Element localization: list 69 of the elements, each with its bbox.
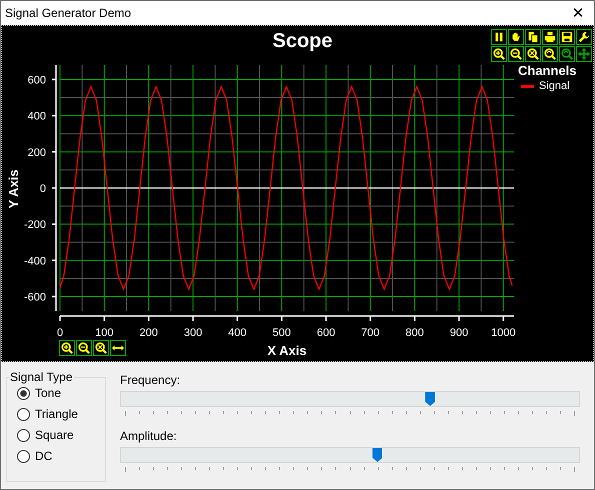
slider-track[interactable] (120, 447, 580, 463)
slider-thumb[interactable] (425, 392, 436, 406)
tick-label: 400 (228, 327, 247, 339)
tick-label: -400 (24, 255, 46, 268)
tick-label: -200 (24, 219, 46, 232)
tick-label: 0 (56, 327, 64, 339)
legend-label: Signal (539, 80, 570, 92)
zoom-reset-icon (527, 48, 539, 60)
y-axis-label: Y Axis (6, 169, 21, 209)
zoom-out-icon (510, 48, 522, 60)
zoom-out-button[interactable] (508, 46, 524, 62)
group-title: Signal Type (9, 370, 74, 384)
tick-label: 300 (184, 327, 202, 339)
zoom-reset-button[interactable] (93, 340, 109, 356)
radio-option[interactable]: DC (17, 449, 105, 463)
tick-label: 600 (316, 327, 336, 339)
x-axis-label: X Axis (267, 343, 307, 358)
tick-label: 600 (28, 74, 46, 86)
zoom-in-button[interactable] (59, 340, 75, 356)
zoom-reset-button[interactable] (525, 46, 541, 62)
zoom-circle-icon (544, 48, 556, 60)
floppy-disk-button[interactable] (559, 29, 575, 45)
legend-swatch (521, 84, 534, 88)
zoom-reset-icon (95, 342, 107, 354)
pause-icon (493, 31, 505, 43)
tick-label: 100 (95, 327, 114, 339)
slider-thumb[interactable] (372, 448, 382, 462)
wrench-icon (578, 31, 590, 43)
pause-button[interactable] (491, 29, 507, 45)
printer-button[interactable] (542, 29, 558, 45)
slider-label: Frequency: (120, 373, 182, 387)
window-title: Signal Generator Demo (5, 6, 132, 20)
tick-label: 1000 (491, 327, 516, 339)
hand-icon (510, 31, 522, 43)
hand-button[interactable] (508, 29, 524, 45)
radio-button[interactable] (17, 450, 30, 462)
tick-label: 700 (361, 327, 380, 339)
radio-option[interactable]: Tone (17, 386, 105, 400)
zoom-in-icon (61, 342, 73, 354)
slider-label: Amplitude: (120, 429, 178, 443)
tick-label: 200 (140, 327, 158, 339)
horizontal-arrows-button[interactable] (110, 340, 126, 356)
copy-icon (527, 31, 539, 43)
tick-label: 500 (272, 327, 291, 339)
zoom-out-button[interactable] (76, 340, 92, 356)
zoom-circle-button[interactable] (542, 46, 558, 62)
printer-icon (544, 31, 556, 43)
slider-track[interactable] (120, 391, 580, 407)
close-button[interactable]: ✕ (562, 1, 594, 25)
tick-label: 900 (450, 327, 468, 339)
legend-title: Channels (518, 63, 577, 78)
tick-label: 400 (28, 110, 46, 123)
tick-label: 800 (406, 327, 424, 339)
zoom-out-icon (78, 342, 90, 354)
tick-label: -600 (24, 292, 46, 304)
wrench-button[interactable] (576, 29, 592, 45)
zoom-circle-icon (561, 48, 573, 60)
tick-label: 200 (28, 146, 46, 159)
chart-title: Scope (272, 30, 333, 54)
radio-button[interactable] (17, 408, 30, 420)
zoom-in-button[interactable] (491, 46, 507, 62)
tick-label: 0 (40, 183, 46, 195)
radio-option[interactable]: Square (17, 428, 105, 442)
radio-button[interactable] (17, 386, 30, 400)
radio-button[interactable] (17, 428, 30, 442)
move-icon (578, 48, 590, 60)
copy-button[interactable] (525, 29, 541, 45)
radio-option[interactable]: Triangle (17, 407, 105, 421)
zoom-in-icon (493, 48, 505, 60)
